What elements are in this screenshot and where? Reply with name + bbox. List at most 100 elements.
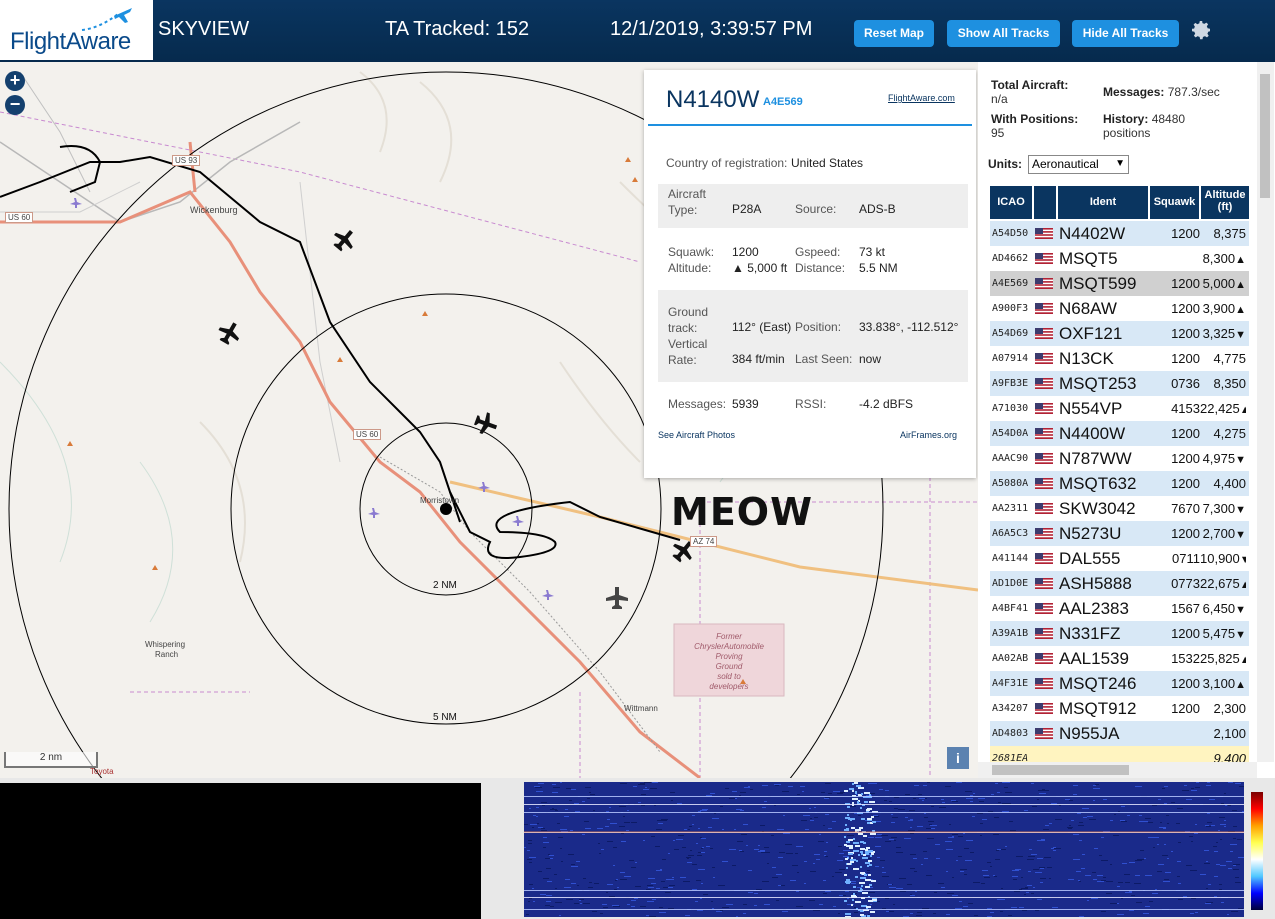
table-row[interactable]: A5080A MSQT632 1200 4,400 [990, 471, 1249, 497]
hscroll-thumb[interactable] [992, 765, 1129, 775]
flightaware-link[interactable]: FlightAware.com [888, 93, 955, 103]
ring-label-2nm: 2 NM [433, 580, 457, 591]
icao-cell: A9FB3E [992, 378, 1029, 389]
us-flag-icon [1035, 596, 1057, 621]
vrate-label: Vertical Rate: [668, 337, 708, 367]
ident-cell [1059, 746, 1149, 762]
squawk-cell: 1200 [1171, 326, 1200, 341]
rssi-value: -4.2 dBFS [859, 397, 914, 411]
table-row[interactable]: AAAC90 N787WW 1200 4,975▼ [990, 446, 1249, 472]
altitude-cell: 22,425▲ [1200, 401, 1246, 416]
top-bar: FlightAware SKYVIEW TA Tracked: 152 12/1… [0, 0, 1275, 62]
altitude-cell: 3,900▲ [1202, 301, 1246, 316]
table-row[interactable]: AD1D0E ASH5888 0773 22,675▲ [990, 571, 1249, 597]
zoom-in-button[interactable]: + [5, 71, 25, 91]
show-all-tracks-button[interactable]: Show All Tracks [947, 20, 1060, 47]
gspeed-value: 73 kt [859, 245, 886, 259]
altitude-cell: 10,900▼ [1200, 551, 1246, 566]
col-altitude[interactable]: Altitude (ft) [1201, 186, 1249, 219]
col-icao[interactable]: ICAO [990, 186, 1032, 219]
horizontal-scrollbar[interactable] [978, 762, 1257, 778]
us-flag-icon [1035, 671, 1057, 696]
table-row[interactable]: A54D69 OXF121 1200 3,325▼ [990, 321, 1249, 347]
zoom-out-button[interactable]: − [5, 95, 25, 115]
reset-map-button[interactable]: Reset Map [854, 20, 934, 47]
us-flag-icon [1035, 721, 1057, 746]
table-row[interactable]: A900F3 N68AW 1200 3,900▲ [990, 296, 1249, 322]
table-row[interactable]: A9FB3E MSQT253 0736 8,350 [990, 371, 1249, 397]
icao-cell: AD4662 [992, 253, 1029, 264]
table-row[interactable]: A71030 N554VP 4153 22,425▲ [990, 396, 1249, 422]
altitude-cell: 4,275 [1213, 426, 1246, 441]
hide-all-tracks-button[interactable]: Hide All Tracks [1072, 20, 1179, 47]
us-flag-icon [1035, 421, 1057, 446]
table-row[interactable]: A54D50 N4402W 1200 8,375 [990, 221, 1249, 247]
us-flag-icon [1035, 396, 1057, 421]
altitude-cell: 2,100 [1213, 726, 1246, 741]
table-row[interactable]: A41144 DAL555 0711 10,900▼ [990, 546, 1249, 572]
table-row[interactable]: A4E569 MSQT599 1200 5,000▲ [990, 271, 1249, 297]
country-value: United States [791, 156, 864, 170]
ident-cell: N5273U [1059, 524, 1122, 543]
altitude-cell: 4,400 [1213, 476, 1246, 491]
units-select[interactable]: Aeronautical ▼ [1028, 155, 1129, 174]
vertical-scrollbar[interactable] [1257, 62, 1274, 762]
scroll-thumb[interactable] [1260, 74, 1270, 198]
col-squawk[interactable]: Squawk [1150, 186, 1199, 219]
altitude-cell: 2,700▼ [1202, 526, 1246, 541]
squawk-cell: 1200 [1171, 226, 1200, 241]
squawk-value: 1200 [732, 245, 759, 259]
col-ident[interactable]: Ident [1058, 186, 1148, 219]
vrate-value: 384 ft/min [732, 352, 785, 366]
ident-cell: MSQT912 [1059, 699, 1137, 718]
info-button[interactable]: i [947, 747, 969, 769]
us-flag-icon [1035, 646, 1057, 671]
bottom-panel [0, 778, 1275, 919]
messages-label: Messages: [668, 397, 727, 411]
us-flag-icon [1035, 371, 1057, 396]
icao-cell: A4E569 [992, 278, 1029, 289]
table-row[interactable]: A54D0A N4400W 1200 4,275 [990, 421, 1249, 447]
lastseen-value: now [859, 352, 882, 366]
icao-cell: A54D69 [992, 328, 1029, 339]
squawk-cell: 0773 [1171, 576, 1200, 591]
table-row[interactable]: A4F31E MSQT246 1200 3,100▲ [990, 671, 1249, 697]
aircraft-photos-link[interactable]: See Aircraft Photos [658, 430, 735, 440]
label-chrysler: Former ChryslerAutomobile Proving Ground… [694, 632, 764, 691]
airframes-link[interactable]: AirFrames.org [900, 430, 957, 440]
squawk-cell: 4153 [1171, 401, 1200, 416]
table-row[interactable]: A6A5C3 N5273U 1200 2,700▼ [990, 521, 1249, 547]
squawk-cell: 1200 [1171, 351, 1200, 366]
icao-cell: A900F3 [992, 303, 1029, 314]
altitude-cell: 22,675▲ [1200, 576, 1246, 591]
squawk-cell [1148, 721, 1200, 746]
country-label: Country of registration: [666, 156, 788, 170]
table-row[interactable]: A34207 MSQT912 1200 2,300 [990, 696, 1249, 722]
distance-value: 5.5 NM [859, 261, 898, 275]
icao-cell: A6A5C3 [992, 528, 1029, 539]
squawk-cell: 1200 [1171, 301, 1200, 316]
ident-cell: OXF121 [1059, 324, 1123, 343]
squawk-cell: 1200 [1171, 476, 1200, 491]
altitude-cell: 8,350 [1213, 376, 1246, 391]
position-label: Position: [795, 320, 842, 334]
aircraft-table: ICAO Ident Squawk Altitude (ft) A54D50 N4… [990, 186, 1249, 762]
altitude-cell: 25,825▲ [1200, 651, 1246, 666]
col-flag[interactable] [1034, 186, 1056, 219]
table-row[interactable]: A4BF41 AAL2383 1567 6,450▼ [990, 596, 1249, 622]
logo-text: FlightAware [10, 28, 131, 55]
table-row[interactable]: AD4662 MSQT5 8,300▲ [990, 246, 1249, 272]
table-row[interactable]: AD4803 N955JA 2,100 [990, 721, 1249, 747]
table-row[interactable]: A39A1B N331FZ 1200 5,475▼ [990, 621, 1249, 647]
label-wickenburg: Wickenburg [190, 205, 238, 215]
spectrum-waterfall [524, 782, 1244, 917]
label-toyota: Toyota [90, 767, 114, 776]
squawk-cell: 1200 [1171, 701, 1200, 716]
table-row[interactable]: AA2311 SKW3042 7670 7,300▼ [990, 496, 1249, 522]
squawk-cell: 1200 [1171, 451, 1200, 466]
position-value: 33.838°, -112.512° [859, 320, 959, 334]
gear-icon[interactable] [1189, 18, 1213, 42]
table-row[interactable]: A07914 N13CK 1200 4,775 [990, 346, 1249, 372]
table-row[interactable]: AA02AB AAL1539 1532 25,825▲ [990, 646, 1249, 672]
table-row[interactable]: 2681EA 9,400 [990, 746, 1249, 762]
